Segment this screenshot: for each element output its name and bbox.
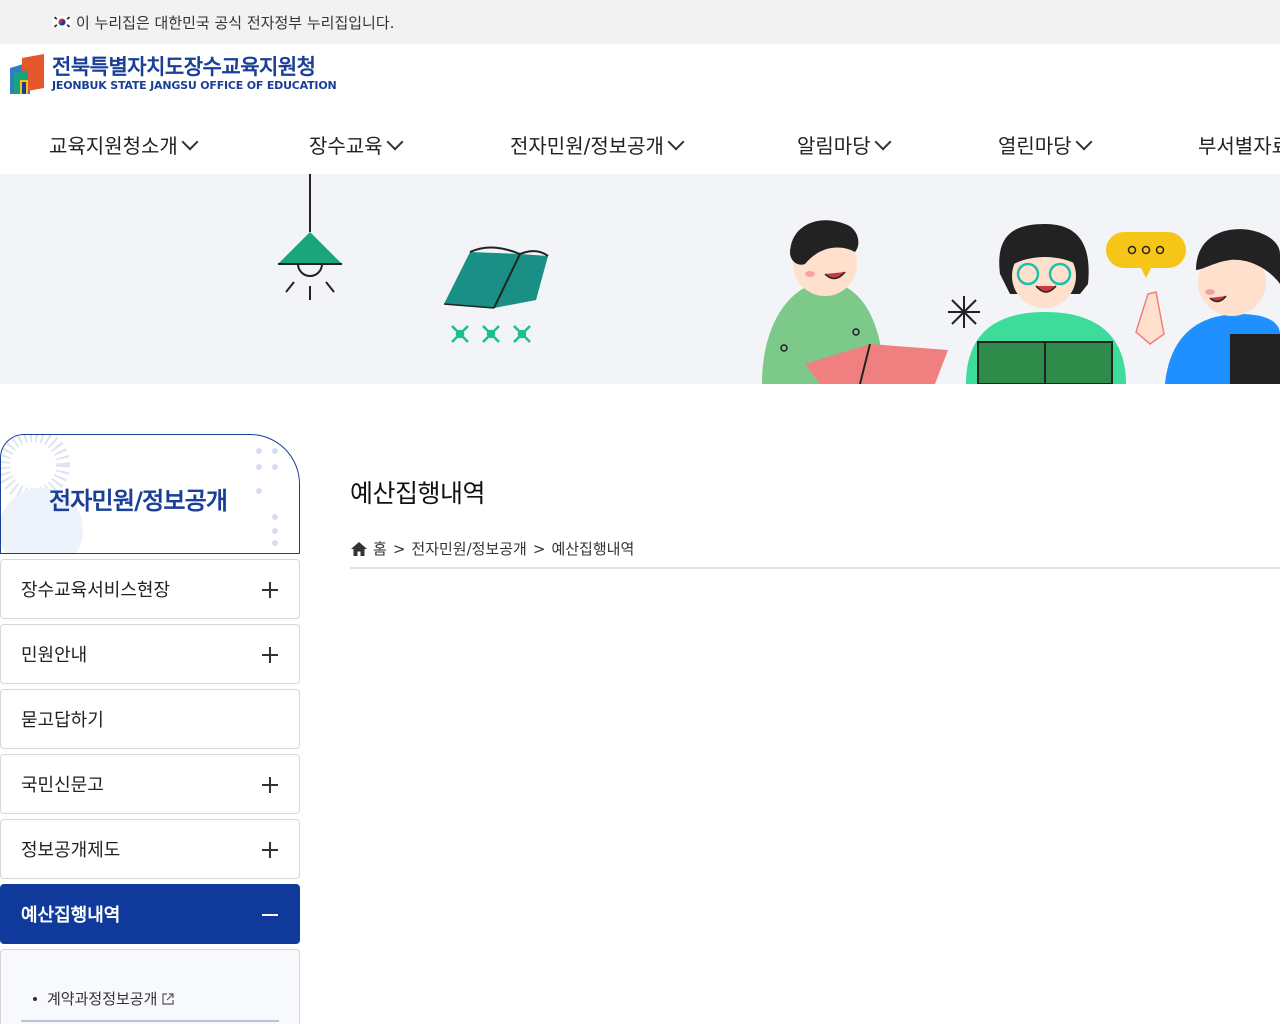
korea-flag-icon (51, 14, 73, 30)
chevron-down-icon (386, 133, 404, 150)
gnb-label: 장수교육 (309, 134, 383, 158)
side-nav-item-label: 국민신문고 (21, 775, 104, 796)
gnb-label: 전자민원/정보공개 (510, 134, 664, 158)
external-link-icon (161, 992, 175, 1006)
side-nav-item-label: 민원안내 (21, 645, 88, 666)
submenu-link-label: 계약과정정보공개 (47, 990, 158, 1008)
site-header: 전북특별자치도장수교육지원청 JEONBUK STATE JANGSU OFFI… (0, 44, 1280, 174)
student-boy-illustration-icon (762, 220, 948, 384)
gnb-label: 알림마당 (797, 134, 871, 158)
plus-icon (262, 842, 278, 858)
logo-subtitle: JEONBUK STATE JANGSU OFFICE OF EDUCATION (52, 79, 337, 92)
side-nav-item-info-disclosure[interactable]: 정보공개제도 (0, 819, 300, 879)
gnb-item-open-forum[interactable]: 열린마당 (998, 130, 1093, 159)
gnb-label: 열린마당 (998, 134, 1072, 158)
side-nav-item-label: 예산집행내역 (21, 905, 121, 926)
bullet-icon (33, 996, 37, 1001)
breadcrumb-separator: > (392, 539, 406, 558)
gov-official-banner: 이 누리집은 대한민국 공식 전자정부 누리집입니다. (0, 0, 1280, 44)
gnb-label: 부서별자료 (1198, 134, 1280, 158)
chevron-down-icon (874, 133, 892, 150)
chevron-down-icon (181, 133, 199, 150)
side-nav-submenu: 계약과정정보공개 (0, 949, 300, 1024)
gnb-item-education[interactable]: 장수교육 (309, 130, 404, 159)
minus-icon (262, 914, 278, 916)
gnb-item-about[interactable]: 교육지원청소개 (49, 130, 199, 159)
plus-icon (262, 777, 278, 793)
gnb-item-department-data[interactable]: 부서별자료 (1198, 130, 1280, 159)
home-icon[interactable] (350, 541, 368, 557)
breadcrumb-separator: > (532, 539, 546, 558)
plus-icon (262, 582, 278, 598)
lamp-illustration-icon (278, 174, 342, 300)
breadcrumb-section[interactable]: 전자민원/정보공개 (411, 538, 526, 559)
sparkle-icon (948, 296, 980, 328)
page-title: 예산집행내역 (350, 479, 486, 508)
side-nav-item-qna[interactable]: 묻고답하기 (0, 689, 300, 749)
submenu-link-contract-info[interactable]: 계약과정정보공개 (33, 988, 175, 1009)
gnb-item-notices[interactable]: 알림마당 (797, 130, 892, 159)
side-nav-item-label: 정보공개제도 (21, 840, 121, 861)
side-nav-item-budget-active[interactable]: 예산집행내역 (0, 884, 300, 944)
main-navigation: 교육지원청소개 장수교육 전자민원/정보공개 알림마당 열린마당 부서별자료 (0, 130, 1280, 160)
side-nav-item-service[interactable]: 장수교육서비스현장 (0, 559, 300, 619)
gnb-item-civil-service[interactable]: 전자민원/정보공개 (510, 130, 685, 159)
logo-emblem-icon (8, 54, 48, 98)
logo-title: 전북특별자치도장수교육지원청 (52, 55, 316, 79)
site-logo[interactable]: 전북특별자치도장수교육지원청 JEONBUK STATE JANGSU OFFI… (8, 54, 337, 98)
speech-bubble-icon (1106, 232, 1186, 278)
sub-visual-banner (0, 174, 1280, 384)
side-nav-item-label: 장수교육서비스현장 (21, 580, 171, 601)
book-illustration-icon (443, 246, 549, 343)
side-nav-title-box: 전자민원/정보공개 (0, 434, 300, 554)
side-navigation: 전자민원/정보공개 장수교육서비스현장 민원안내 묻고답하기 국민신문고 정보공… (0, 434, 300, 1024)
breadcrumb-home[interactable]: 홈 (373, 538, 387, 559)
student-girl-illustration-icon (966, 224, 1126, 384)
breadcrumb: 홈 > 전자민원/정보공개 > 예산집행내역 (350, 538, 634, 559)
side-nav-item-label: 묻고답하기 (21, 710, 104, 731)
side-nav-item-civil-guide[interactable]: 민원안내 (0, 624, 300, 684)
gnb-label: 교육지원청소개 (49, 134, 178, 158)
side-nav-item-epeople[interactable]: 국민신문고 (0, 754, 300, 814)
chevron-down-icon (1075, 133, 1093, 150)
side-nav-title: 전자민원/정보공개 (49, 487, 228, 515)
content-divider (350, 567, 1280, 569)
gov-banner-text: 이 누리집은 대한민국 공식 전자정부 누리집입니다. (76, 13, 395, 32)
plus-icon (262, 647, 278, 663)
submenu-divider (21, 1020, 279, 1022)
breadcrumb-current: 예산집행내역 (551, 540, 635, 558)
chevron-down-icon (667, 133, 685, 150)
